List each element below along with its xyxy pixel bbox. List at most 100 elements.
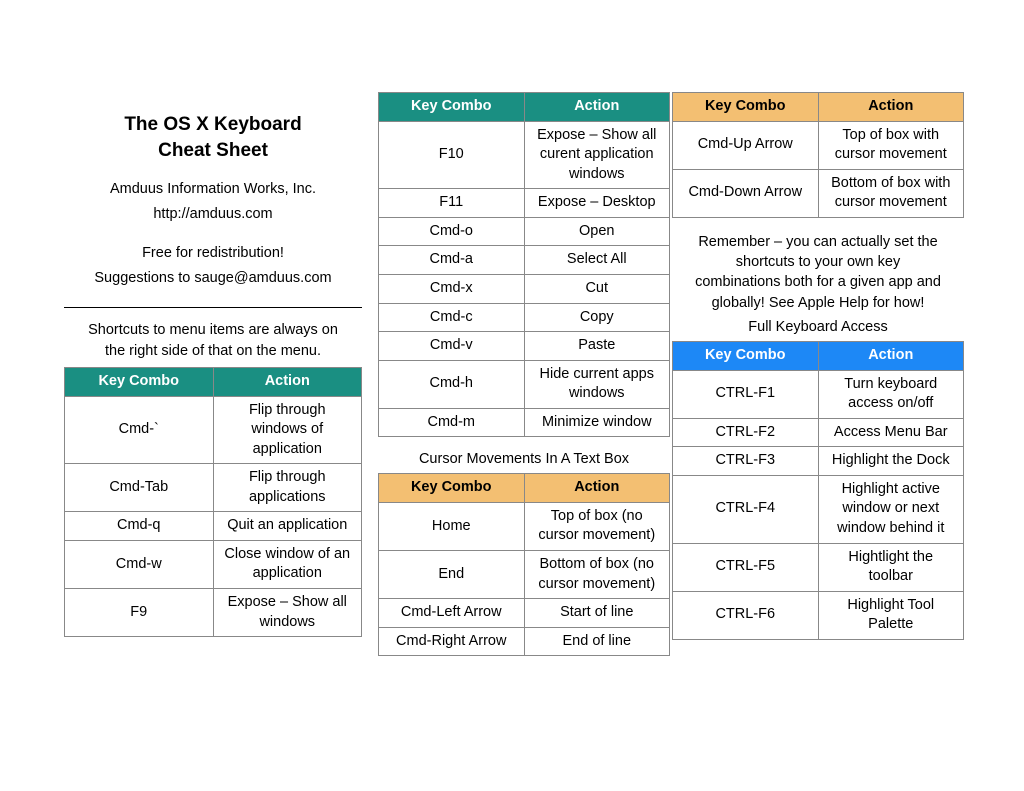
key-combo-cell: CTRL-F2 xyxy=(673,418,819,447)
title-line-1: The OS X Keyboard xyxy=(124,114,301,135)
table-more-shortcuts: Key Combo Action F10Expose – Show all cu… xyxy=(378,92,670,437)
table-row: CTRL-F6Highlight Tool Palette xyxy=(673,591,964,639)
table-row: Cmd-vPaste xyxy=(379,332,670,361)
table-row: Cmd-Down ArrowBottom of box with cursor … xyxy=(673,169,964,217)
table-row: Cmd-Right ArrowEnd of line xyxy=(379,627,670,656)
col-header-key: Key Combo xyxy=(379,93,525,122)
table-row: Cmd-`Flip through windows of application xyxy=(65,396,362,464)
key-combo-cell: Cmd-Left Arrow xyxy=(379,599,525,628)
key-combo-cell: Cmd-Up Arrow xyxy=(673,121,819,169)
col-header-key: Key Combo xyxy=(673,342,819,371)
key-combo-cell: F9 xyxy=(65,589,214,637)
col-header-action: Action xyxy=(213,367,362,396)
key-combo-cell: CTRL-F1 xyxy=(673,370,819,418)
action-cell: Cut xyxy=(524,274,670,303)
action-cell: Open xyxy=(524,217,670,246)
col-header-key: Key Combo xyxy=(379,474,525,503)
column-right: Key Combo Action Cmd-Up ArrowTop of box … xyxy=(672,92,964,654)
col-header-key: Key Combo xyxy=(65,367,214,396)
key-combo-cell: Cmd-q xyxy=(65,512,214,541)
key-combo-cell: Cmd-` xyxy=(65,396,214,464)
action-cell: Flip through applications xyxy=(213,464,362,512)
action-cell: Top of box (no cursor movement) xyxy=(524,502,670,550)
table-row: Cmd-TabFlip through applications xyxy=(65,464,362,512)
remember-note: Remember – you can actually set the shor… xyxy=(672,232,964,313)
key-combo-cell: Cmd-Right Arrow xyxy=(379,627,525,656)
action-cell: Start of line xyxy=(524,599,670,628)
action-cell: Access Menu Bar xyxy=(818,418,964,447)
table-row: Cmd-hHide current apps windows xyxy=(379,360,670,408)
action-cell: Expose – Show all curent application win… xyxy=(524,121,670,189)
key-combo-cell: Cmd-Tab xyxy=(65,464,214,512)
key-combo-cell: CTRL-F6 xyxy=(673,591,819,639)
action-cell: Expose – Show all windows xyxy=(213,589,362,637)
action-cell: Bottom of box with cursor movement xyxy=(818,169,964,217)
key-combo-cell: Cmd-c xyxy=(379,303,525,332)
table-row: CTRL-F1Turn keyboard access on/off xyxy=(673,370,964,418)
col-header-action: Action xyxy=(818,342,964,371)
col-header-key: Key Combo xyxy=(673,93,819,122)
key-combo-cell: Home xyxy=(379,502,525,550)
table-row: EndBottom of box (no cursor movement) xyxy=(379,551,670,599)
key-combo-cell: F11 xyxy=(379,189,525,218)
col-header-action: Action xyxy=(818,93,964,122)
table-basic-shortcuts: Key Combo Action Cmd-`Flip through windo… xyxy=(64,367,362,637)
action-cell: Close window of an application xyxy=(213,540,362,588)
col-header-action: Action xyxy=(524,474,670,503)
key-combo-cell: Cmd-Down Arrow xyxy=(673,169,819,217)
action-cell: Flip through windows of application xyxy=(213,396,362,464)
action-cell: Select All xyxy=(524,246,670,275)
action-cell: Quit an application xyxy=(213,512,362,541)
key-combo-cell: Cmd-a xyxy=(379,246,525,275)
table-row: Cmd-oOpen xyxy=(379,217,670,246)
table-row: CTRL-F4Highlight active window or next w… xyxy=(673,475,964,543)
table-row: HomeTop of box (no cursor movement) xyxy=(379,502,670,550)
column-intro: The OS X Keyboard Cheat Sheet Amduus Inf… xyxy=(64,112,362,651)
key-combo-cell: CTRL-F3 xyxy=(673,447,819,476)
table-row: Cmd-mMinimize window xyxy=(379,408,670,437)
page-title: The OS X Keyboard Cheat Sheet xyxy=(64,112,362,163)
key-combo-cell: Cmd-m xyxy=(379,408,525,437)
table-row: Cmd-wClose window of an application xyxy=(65,540,362,588)
col-header-action: Action xyxy=(524,93,670,122)
caption-cursor-movements: Cursor Movements In A Text Box xyxy=(378,451,670,467)
publisher-url: http://amduus.com xyxy=(64,204,362,225)
key-combo-cell: Cmd-v xyxy=(379,332,525,361)
table-row: Cmd-Up ArrowTop of box with cursor movem… xyxy=(673,121,964,169)
key-combo-cell: Cmd-x xyxy=(379,274,525,303)
key-combo-cell: End xyxy=(379,551,525,599)
table-row: Cmd-aSelect All xyxy=(379,246,670,275)
action-cell: Hide current apps windows xyxy=(524,360,670,408)
table-row: F11Expose – Desktop xyxy=(379,189,670,218)
key-combo-cell: CTRL-F4 xyxy=(673,475,819,543)
action-cell: Paste xyxy=(524,332,670,361)
table-row: F9Expose – Show all windows xyxy=(65,589,362,637)
table-row: CTRL-F2Access Menu Bar xyxy=(673,418,964,447)
key-combo-cell: F10 xyxy=(379,121,525,189)
key-combo-cell: Cmd-o xyxy=(379,217,525,246)
action-cell: Top of box with cursor movement xyxy=(818,121,964,169)
table-row: Cmd-Left ArrowStart of line xyxy=(379,599,670,628)
table-row: Cmd-qQuit an application xyxy=(65,512,362,541)
table-row: F10Expose – Show all curent application … xyxy=(379,121,670,189)
table-row: Cmd-cCopy xyxy=(379,303,670,332)
publisher-block: Amduus Information Works, Inc. http://am… xyxy=(64,179,362,289)
title-line-2: Cheat Sheet xyxy=(158,140,268,161)
action-cell: Highlight the Dock xyxy=(818,447,964,476)
column-middle: Key Combo Action F10Expose – Show all cu… xyxy=(378,92,670,670)
action-cell: End of line xyxy=(524,627,670,656)
action-cell: Turn keyboard access on/off xyxy=(818,370,964,418)
action-cell: Hightlight the toolbar xyxy=(818,543,964,591)
redistribution-note: Free for redistribution! xyxy=(64,243,362,264)
table-row: Cmd-xCut xyxy=(379,274,670,303)
action-cell: Bottom of box (no cursor movement) xyxy=(524,551,670,599)
action-cell: Minimize window xyxy=(524,408,670,437)
action-cell: Highlight Tool Palette xyxy=(818,591,964,639)
menu-tip: Shortcuts to menu items are always on th… xyxy=(64,320,362,361)
publisher-name: Amduus Information Works, Inc. xyxy=(64,179,362,200)
action-cell: Expose – Desktop xyxy=(524,189,670,218)
table-cursor-movements: Key Combo Action HomeTop of box (no curs… xyxy=(378,473,670,656)
action-cell: Copy xyxy=(524,303,670,332)
cheat-sheet: The OS X Keyboard Cheat Sheet Amduus Inf… xyxy=(0,0,1024,791)
table-row: CTRL-F5Hightlight the toolbar xyxy=(673,543,964,591)
